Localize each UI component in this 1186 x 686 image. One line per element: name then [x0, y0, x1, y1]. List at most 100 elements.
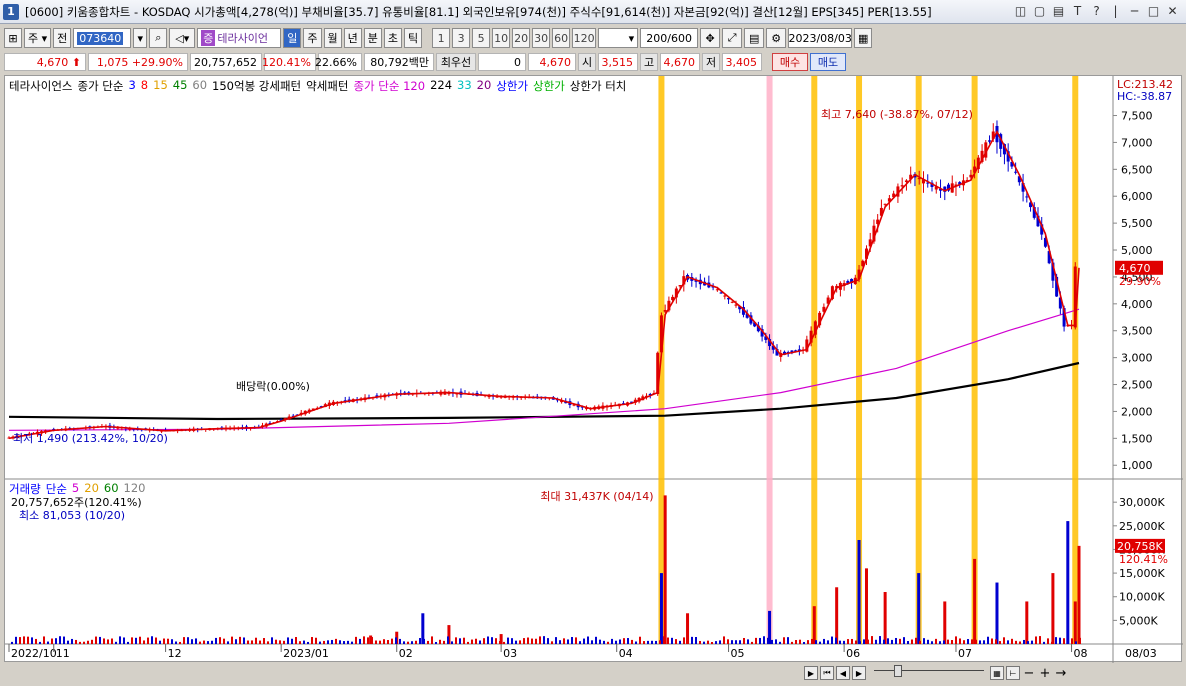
scroll-next-icon[interactable]: ▶ — [852, 666, 866, 680]
volume-bar-small — [463, 637, 465, 644]
close-icon[interactable]: ✕ — [1165, 3, 1180, 19]
volume-legend-item[interactable]: 120 — [124, 481, 146, 497]
zoom-slider[interactable] — [874, 665, 984, 677]
help-icon[interactable]: ? — [1089, 3, 1104, 19]
count-input[interactable]: 200/600 — [640, 28, 699, 48]
volume-bar-small — [547, 638, 549, 644]
scroll-first-icon[interactable]: ⏮ — [820, 666, 834, 680]
price-legend-item[interactable]: 45 — [173, 78, 188, 94]
link-icon[interactable]: ◫ — [1013, 3, 1028, 19]
price-legend-item[interactable]: 상한가 — [496, 78, 528, 94]
volume-bar-small — [279, 640, 281, 644]
date-input[interactable]: 2023/08/03 — [788, 28, 853, 48]
volume-bar-small — [819, 641, 821, 644]
crosshair-icon[interactable]: ✥ — [700, 28, 721, 48]
search-icon[interactable]: ⌕ — [149, 28, 168, 48]
whole-button[interactable]: 전 — [53, 28, 72, 48]
chart-svg[interactable]: 7,5007,0006,5006,0005,5005,0004,5004,000… — [5, 76, 1183, 663]
minute-60[interactable]: 60 — [552, 28, 571, 48]
calendar-icon[interactable]: ▦ — [854, 28, 873, 48]
minimize-icon[interactable]: ─ — [1127, 3, 1142, 19]
volume-bar-small — [883, 639, 885, 644]
restore-icon[interactable]: ▢ — [1032, 3, 1047, 19]
volume-bar-small — [615, 640, 617, 644]
gear-icon[interactable]: ⚙ — [766, 28, 787, 48]
volume-bar-small — [475, 638, 477, 644]
stock-code-input[interactable]: 073640 — [73, 28, 132, 48]
scroll-end-icon[interactable]: → — [1054, 666, 1068, 681]
arrange-icon[interactable]: ⊞ — [4, 28, 22, 48]
volume-bar-small — [643, 641, 645, 644]
price-legend-item[interactable]: 150억봉 강세패턴 — [212, 78, 301, 94]
period-year[interactable]: 년 — [343, 28, 362, 48]
window-number-badge[interactable]: 1 — [3, 3, 19, 20]
price-legend-item[interactable]: 33 — [457, 78, 472, 94]
price-legend-item[interactable]: 상한가 — [533, 78, 565, 94]
maximize-icon[interactable]: □ — [1146, 3, 1161, 19]
price-legend-item[interactable]: 3 — [128, 78, 135, 94]
current-price: 4,670 ⬆ — [4, 53, 86, 71]
zoom-slider-thumb[interactable] — [894, 665, 902, 677]
period-day[interactable]: 일 — [283, 28, 302, 48]
volume-legend-item[interactable]: 거래량 — [9, 481, 41, 497]
font-icon[interactable]: T — [1070, 3, 1085, 19]
minute-1[interactable]: 1 — [432, 28, 451, 48]
volume-bar-small — [147, 637, 149, 644]
stock-name-field[interactable]: 증 테라사이언 — [197, 28, 282, 48]
price-legend-item[interactable]: 15 — [153, 78, 168, 94]
price-legend-item[interactable]: 224 — [430, 78, 452, 94]
volume-bar-small — [531, 638, 533, 644]
volume-bar-small — [575, 637, 577, 644]
period-week[interactable]: 주 — [303, 28, 322, 48]
zoom-icon[interactable]: ⤢ — [722, 28, 743, 48]
price-legend-item[interactable]: 종가 단순 120 — [353, 78, 425, 94]
price-legend-item[interactable]: 60 — [192, 78, 207, 94]
volume-legend-item[interactable]: 60 — [104, 481, 119, 497]
minute-10[interactable]: 10 — [492, 28, 511, 48]
volume-bar — [686, 613, 690, 644]
price-legend-item[interactable]: 테라사이언스 — [9, 78, 72, 94]
volume-bar-small — [107, 639, 109, 644]
custom-interval-input[interactable]: ▾ — [598, 28, 639, 48]
volume-bar-small — [623, 638, 625, 644]
price-legend-item[interactable]: 20 — [477, 78, 492, 94]
period-month[interactable]: 월 — [323, 28, 342, 48]
volume-bar-small — [419, 638, 421, 644]
grid-icon[interactable]: ▦ — [990, 666, 1004, 680]
minute-120[interactable]: 120 — [572, 28, 597, 48]
volume-legend-item[interactable]: 20 — [84, 481, 99, 497]
period-minute[interactable]: 분 — [363, 28, 382, 48]
ruler-icon[interactable]: ⊢ — [1006, 666, 1020, 680]
price-legend-item[interactable]: 종가 단순 — [77, 78, 123, 94]
minute-30[interactable]: 30 — [532, 28, 551, 48]
scroll-right-icon[interactable]: ▶ — [804, 666, 818, 680]
minute-20[interactable]: 20 — [512, 28, 531, 48]
volume-legend-item[interactable]: 5 — [72, 481, 79, 497]
period-second[interactable]: 초 — [383, 28, 403, 48]
volume-bar — [883, 592, 887, 644]
price-legend-item[interactable]: 약세패턴 — [306, 78, 348, 94]
market-select[interactable]: 주 ▾ — [24, 28, 52, 48]
minute-5[interactable]: 5 — [472, 28, 491, 48]
volume-bar-small — [39, 641, 41, 644]
minute-3[interactable]: 3 — [452, 28, 471, 48]
price-axis-label: 4,000 — [1121, 298, 1153, 311]
buy-button[interactable]: 매수 — [772, 53, 808, 71]
menu-icon[interactable]: ▤ — [1051, 3, 1066, 19]
sell-button[interactable]: 매도 — [810, 53, 846, 71]
price-legend-item[interactable]: 8 — [141, 78, 148, 94]
period-tick[interactable]: 틱 — [404, 28, 423, 48]
print-icon[interactable]: ▤ — [744, 28, 765, 48]
chart-area[interactable]: 7,500 7,000 6,500 6,000 5,500 5,000 4,500 4,000… — [4, 75, 1183, 663]
volume-bar-small — [43, 636, 45, 644]
sound-icon[interactable]: ◁▾ — [169, 28, 196, 48]
volume-bar-small — [311, 637, 313, 644]
scroll-prev-icon[interactable]: ◀ — [836, 666, 850, 680]
volume-bar-small — [467, 641, 469, 644]
zoom-out-icon[interactable]: − — [1022, 666, 1036, 681]
code-dropdown-icon[interactable]: ▾ — [133, 28, 148, 48]
price-legend-item[interactable]: 상한가 터치 — [570, 78, 627, 94]
volume-legend-item[interactable]: 단순 — [46, 481, 67, 497]
volume-bar-small — [163, 638, 165, 644]
zoom-in-icon[interactable]: + — [1038, 666, 1052, 681]
